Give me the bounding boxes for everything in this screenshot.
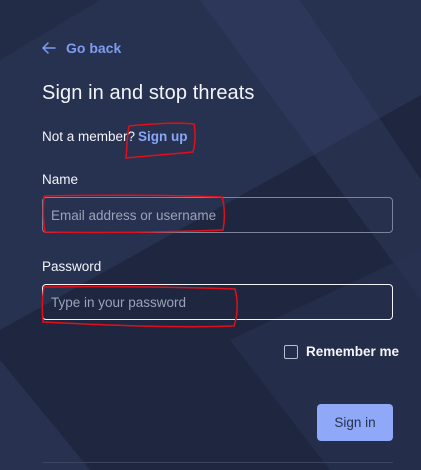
- signup-prompt: Not a member? Sign up: [42, 129, 188, 144]
- page-title: Sign in and stop threats: [42, 82, 255, 104]
- password-input[interactable]: [42, 284, 393, 320]
- sign-in-panel: Go back Sign in and stop threats Not a m…: [0, 0, 421, 470]
- sign-in-button[interactable]: Sign in: [317, 404, 393, 441]
- password-label: Password: [42, 259, 102, 274]
- remember-me-toggle[interactable]: Remember me: [284, 344, 399, 359]
- go-back-label: Go back: [66, 40, 122, 56]
- sign-up-link[interactable]: Sign up: [138, 129, 188, 144]
- remember-me-checkbox[interactable]: [284, 344, 298, 359]
- go-back-link[interactable]: Go back: [42, 40, 121, 56]
- remember-me-label: Remember me: [306, 344, 400, 359]
- name-input[interactable]: [42, 197, 393, 233]
- signup-prompt-text: Not a member?: [42, 129, 136, 144]
- name-label: Name: [42, 172, 79, 187]
- divider: [42, 462, 393, 463]
- arrow-left-icon: [42, 42, 56, 54]
